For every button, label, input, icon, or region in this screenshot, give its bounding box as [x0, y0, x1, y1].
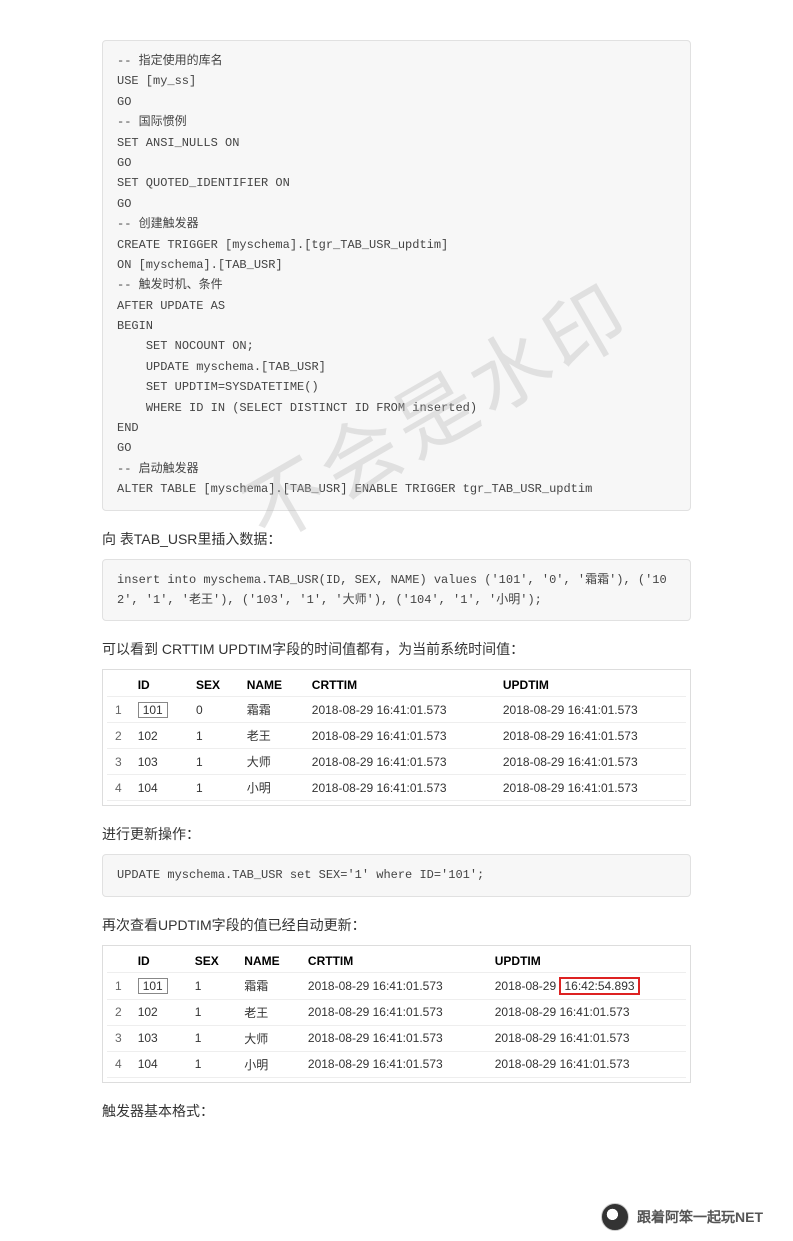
table-cell: 103: [130, 1025, 187, 1051]
desc-trigger-format: 触发器基本格式：: [102, 1101, 691, 1121]
table-cell: 小明: [239, 775, 304, 801]
table-cell: 1: [187, 972, 237, 999]
table-row: 21021老王2018-08-29 16:41:01.5732018-08-29…: [107, 723, 686, 749]
table-cell: 1: [187, 999, 237, 1025]
table-cell: 2018-08-29 16:41:01.573: [304, 749, 495, 775]
table-cell: 2018-08-29 16:41:01.573: [300, 1051, 487, 1077]
table-cell: 2018-08-29 16:42:54.893: [487, 972, 686, 999]
table-cell: 103: [130, 749, 188, 775]
desc-update: 进行更新操作：: [102, 824, 691, 844]
desc-insert: 向 表TAB_USR里插入数据：: [102, 529, 691, 549]
sql-code-update: UPDATE myschema.TAB_USR set SEX='1' wher…: [102, 854, 691, 896]
table-cell: 2018-08-29 16:41:01.573: [487, 1051, 686, 1077]
table-cell: 1: [107, 972, 130, 999]
table-cell: 1: [188, 723, 239, 749]
table-cell: 3: [107, 749, 130, 775]
table-cell: 104: [130, 1051, 187, 1077]
table-cell: 2018-08-29 16:41:01.573: [304, 775, 495, 801]
table-row: 41041小明2018-08-29 16:41:01.5732018-08-29…: [107, 775, 686, 801]
result-table-2: IDSEXNAMECRTTIMUPDTIM11011霜霜2018-08-29 1…: [102, 945, 691, 1083]
result-table-1: IDSEXNAMECRTTIMUPDTIM11010霜霜2018-08-29 1…: [102, 669, 691, 806]
table-header: CRTTIM: [300, 950, 487, 973]
table-cell: 2018-08-29 16:41:01.573: [495, 775, 686, 801]
table-header: ID: [130, 674, 188, 697]
table-cell: 2018-08-29 16:41:01.573: [495, 749, 686, 775]
table-cell: 霜霜: [236, 972, 300, 999]
table-header: [107, 950, 130, 973]
table-header: UPDTIM: [495, 674, 686, 697]
table-cell: 老王: [236, 999, 300, 1025]
table-cell: 2: [107, 999, 130, 1025]
table-cell: 104: [130, 775, 188, 801]
table-cell: 1: [188, 775, 239, 801]
table-row: 41041小明2018-08-29 16:41:01.5732018-08-29…: [107, 1051, 686, 1077]
table-cell: 2018-08-29 16:41:01.573: [495, 697, 686, 723]
table-cell: 1: [188, 749, 239, 775]
table-cell: 102: [130, 999, 187, 1025]
table-header: [107, 674, 130, 697]
table-cell: 大师: [239, 749, 304, 775]
table-cell: 3: [107, 1025, 130, 1051]
table-cell: 2: [107, 723, 130, 749]
table-cell: 0: [188, 697, 239, 723]
table-header: SEX: [187, 950, 237, 973]
table-cell: 101: [130, 697, 188, 723]
table-cell: 2018-08-29 16:41:01.573: [300, 999, 487, 1025]
table-cell: 小明: [236, 1051, 300, 1077]
table-cell: 2018-08-29 16:41:01.573: [495, 723, 686, 749]
footer: 跟着阿笨一起玩NET: [0, 1191, 793, 1241]
footer-avatar-icon: [601, 1203, 629, 1231]
table-cell: 2018-08-29 16:41:01.573: [304, 723, 495, 749]
table-cell: 4: [107, 1051, 130, 1077]
table-cell: 101: [130, 972, 187, 999]
sql-code-create-trigger: -- 指定使用的库名 USE [my_ss] GO -- 国际惯例 SET AN…: [102, 40, 691, 511]
table-cell: 老王: [239, 723, 304, 749]
table-row: 31031大师2018-08-29 16:41:01.5732018-08-29…: [107, 749, 686, 775]
desc-table1: 可以看到 CRTTIM UPDTIM字段的时间值都有，为当前系统时间值：: [102, 639, 691, 659]
table-cell: 大师: [236, 1025, 300, 1051]
table-cell: 2018-08-29 16:41:01.573: [300, 1025, 487, 1051]
table-row: 11010霜霜2018-08-29 16:41:01.5732018-08-29…: [107, 697, 686, 723]
table-cell: 1: [187, 1051, 237, 1077]
table-row: 31031大师2018-08-29 16:41:01.5732018-08-29…: [107, 1025, 686, 1051]
table-cell: 102: [130, 723, 188, 749]
table-cell: 4: [107, 775, 130, 801]
table-row: 11011霜霜2018-08-29 16:41:01.5732018-08-29…: [107, 972, 686, 999]
table-header: ID: [130, 950, 187, 973]
sql-code-insert: insert into myschema.TAB_USR(ID, SEX, NA…: [102, 559, 691, 622]
table-cell: 2018-08-29 16:41:01.573: [304, 697, 495, 723]
table-header: SEX: [188, 674, 239, 697]
table-cell: 2018-08-29 16:41:01.573: [487, 999, 686, 1025]
table-cell: 1: [107, 697, 130, 723]
table-row: 21021老王2018-08-29 16:41:01.5732018-08-29…: [107, 999, 686, 1025]
table-cell: 2018-08-29 16:41:01.573: [487, 1025, 686, 1051]
table-header: NAME: [236, 950, 300, 973]
footer-text: 跟着阿笨一起玩NET: [637, 1207, 763, 1227]
table-header: NAME: [239, 674, 304, 697]
table-cell: 1: [187, 1025, 237, 1051]
desc-table2: 再次查看UPDTIM字段的值已经自动更新：: [102, 915, 691, 935]
table-cell: 2018-08-29 16:41:01.573: [300, 972, 487, 999]
table-cell: 霜霜: [239, 697, 304, 723]
table-header: CRTTIM: [304, 674, 495, 697]
table-header: UPDTIM: [487, 950, 686, 973]
